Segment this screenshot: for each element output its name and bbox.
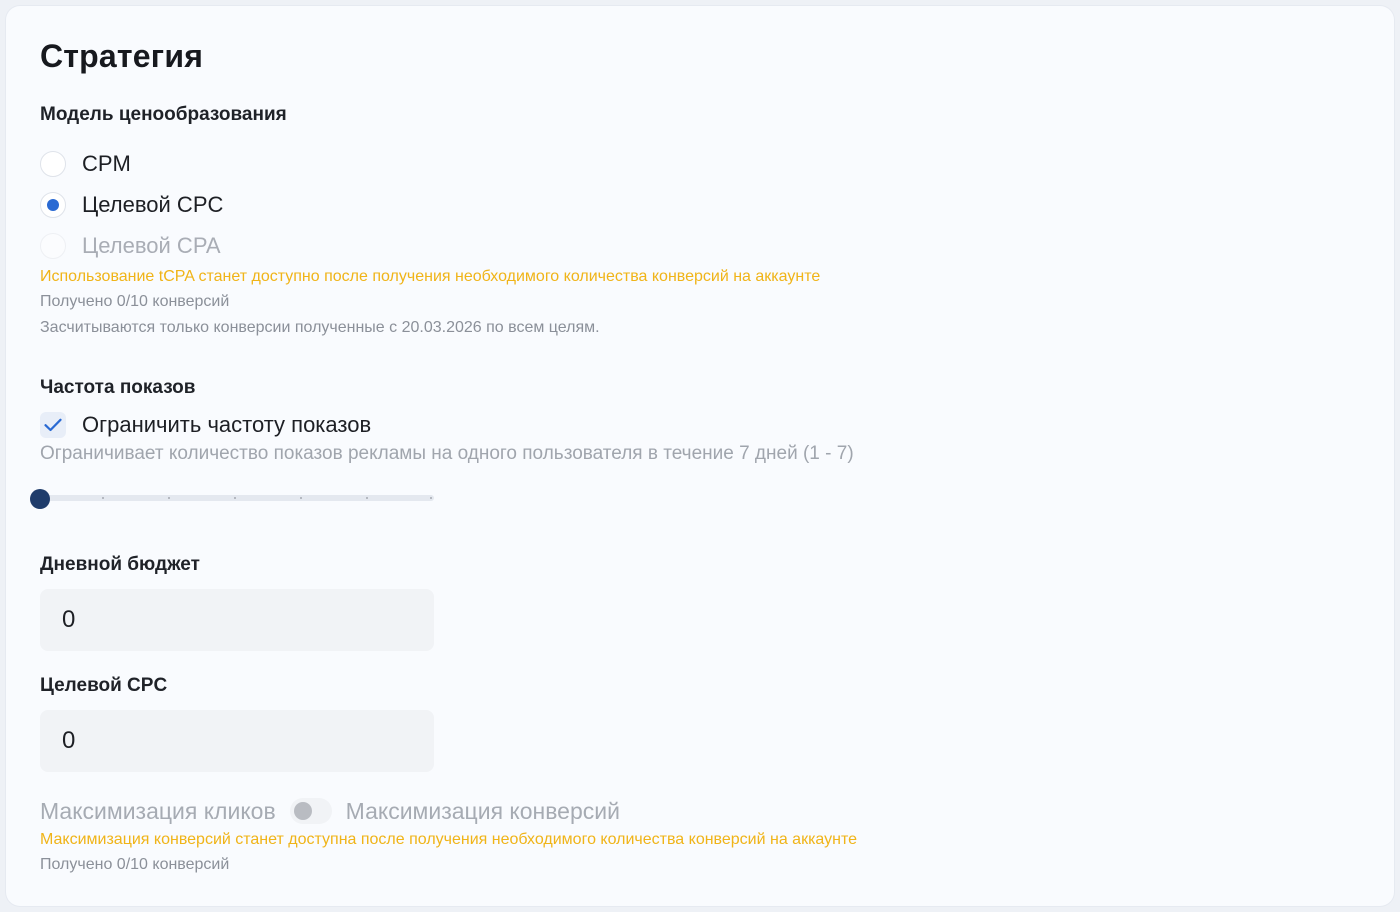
frequency-slider-track[interactable]: [36, 495, 434, 501]
frequency-slider-thumb[interactable]: [30, 489, 50, 509]
radio-target-cpc[interactable]: [40, 192, 66, 218]
slider-tick: [366, 497, 368, 499]
daily-budget-input[interactable]: 0: [40, 589, 434, 651]
tcpa-conversions-note: Засчитываются только конверсии полученны…: [40, 319, 600, 336]
target-cpc-input[interactable]: 0: [40, 710, 434, 772]
optimization-toggle[interactable]: [289, 798, 332, 824]
radio-target-cpa-label: Целевой CPA: [82, 233, 221, 258]
slider-tick: [234, 497, 236, 499]
frequency-limit-row[interactable]: Ограничить частоту показов: [40, 410, 371, 440]
max-conversions-received-count: Получено 0/10 конверсий: [40, 856, 230, 873]
toggle-knob: [293, 802, 312, 820]
frequency-label: Частота показов: [40, 377, 196, 398]
page-title: Стратегия: [40, 38, 204, 74]
maximize-conversions-label: Максимизация конверсий: [345, 797, 620, 824]
slider-tick: [102, 497, 104, 499]
radio-option-cpm[interactable]: CPM: [40, 149, 131, 179]
radio-target-cpc-label: Целевой CPC: [82, 192, 224, 217]
optimization-toggle-row: Максимизация кликов Максимизация конверс…: [40, 794, 620, 828]
strategy-card: Стратегия Модель ценообразования CPM Цел…: [6, 6, 1394, 906]
radio-option-target-cpc[interactable]: Целевой CPC: [40, 190, 223, 220]
frequency-hint: Ограничивает количество показов рекламы …: [40, 443, 854, 464]
tcpa-received-count: Получено 0/10 конверсий: [40, 293, 230, 310]
slider-tick: [168, 497, 170, 499]
slider-tick: [430, 497, 432, 499]
target-cpc-label: Целевой CPC: [40, 675, 168, 696]
tcpa-warning: Использование tCPA станет доступно после…: [40, 268, 821, 285]
frequency-limit-checkbox[interactable]: [40, 412, 66, 438]
daily-budget-label: Дневной бюджет: [40, 554, 200, 575]
radio-cpm[interactable]: [40, 151, 66, 177]
slider-tick: [300, 497, 302, 499]
pricing-model-label: Модель ценообразования: [40, 104, 287, 125]
check-icon: [44, 418, 62, 432]
maximize-clicks-label: Максимизация кликов: [40, 797, 276, 824]
frequency-limit-label: Ограничить частоту показов: [82, 412, 372, 437]
radio-option-target-cpa: Целевой CPA: [40, 231, 221, 261]
radio-cpm-label: CPM: [82, 151, 131, 176]
radio-selected-dot: [47, 199, 59, 211]
max-conversions-warning: Максимизация конверсий станет доступна п…: [40, 831, 858, 848]
radio-target-cpa: [40, 233, 66, 259]
